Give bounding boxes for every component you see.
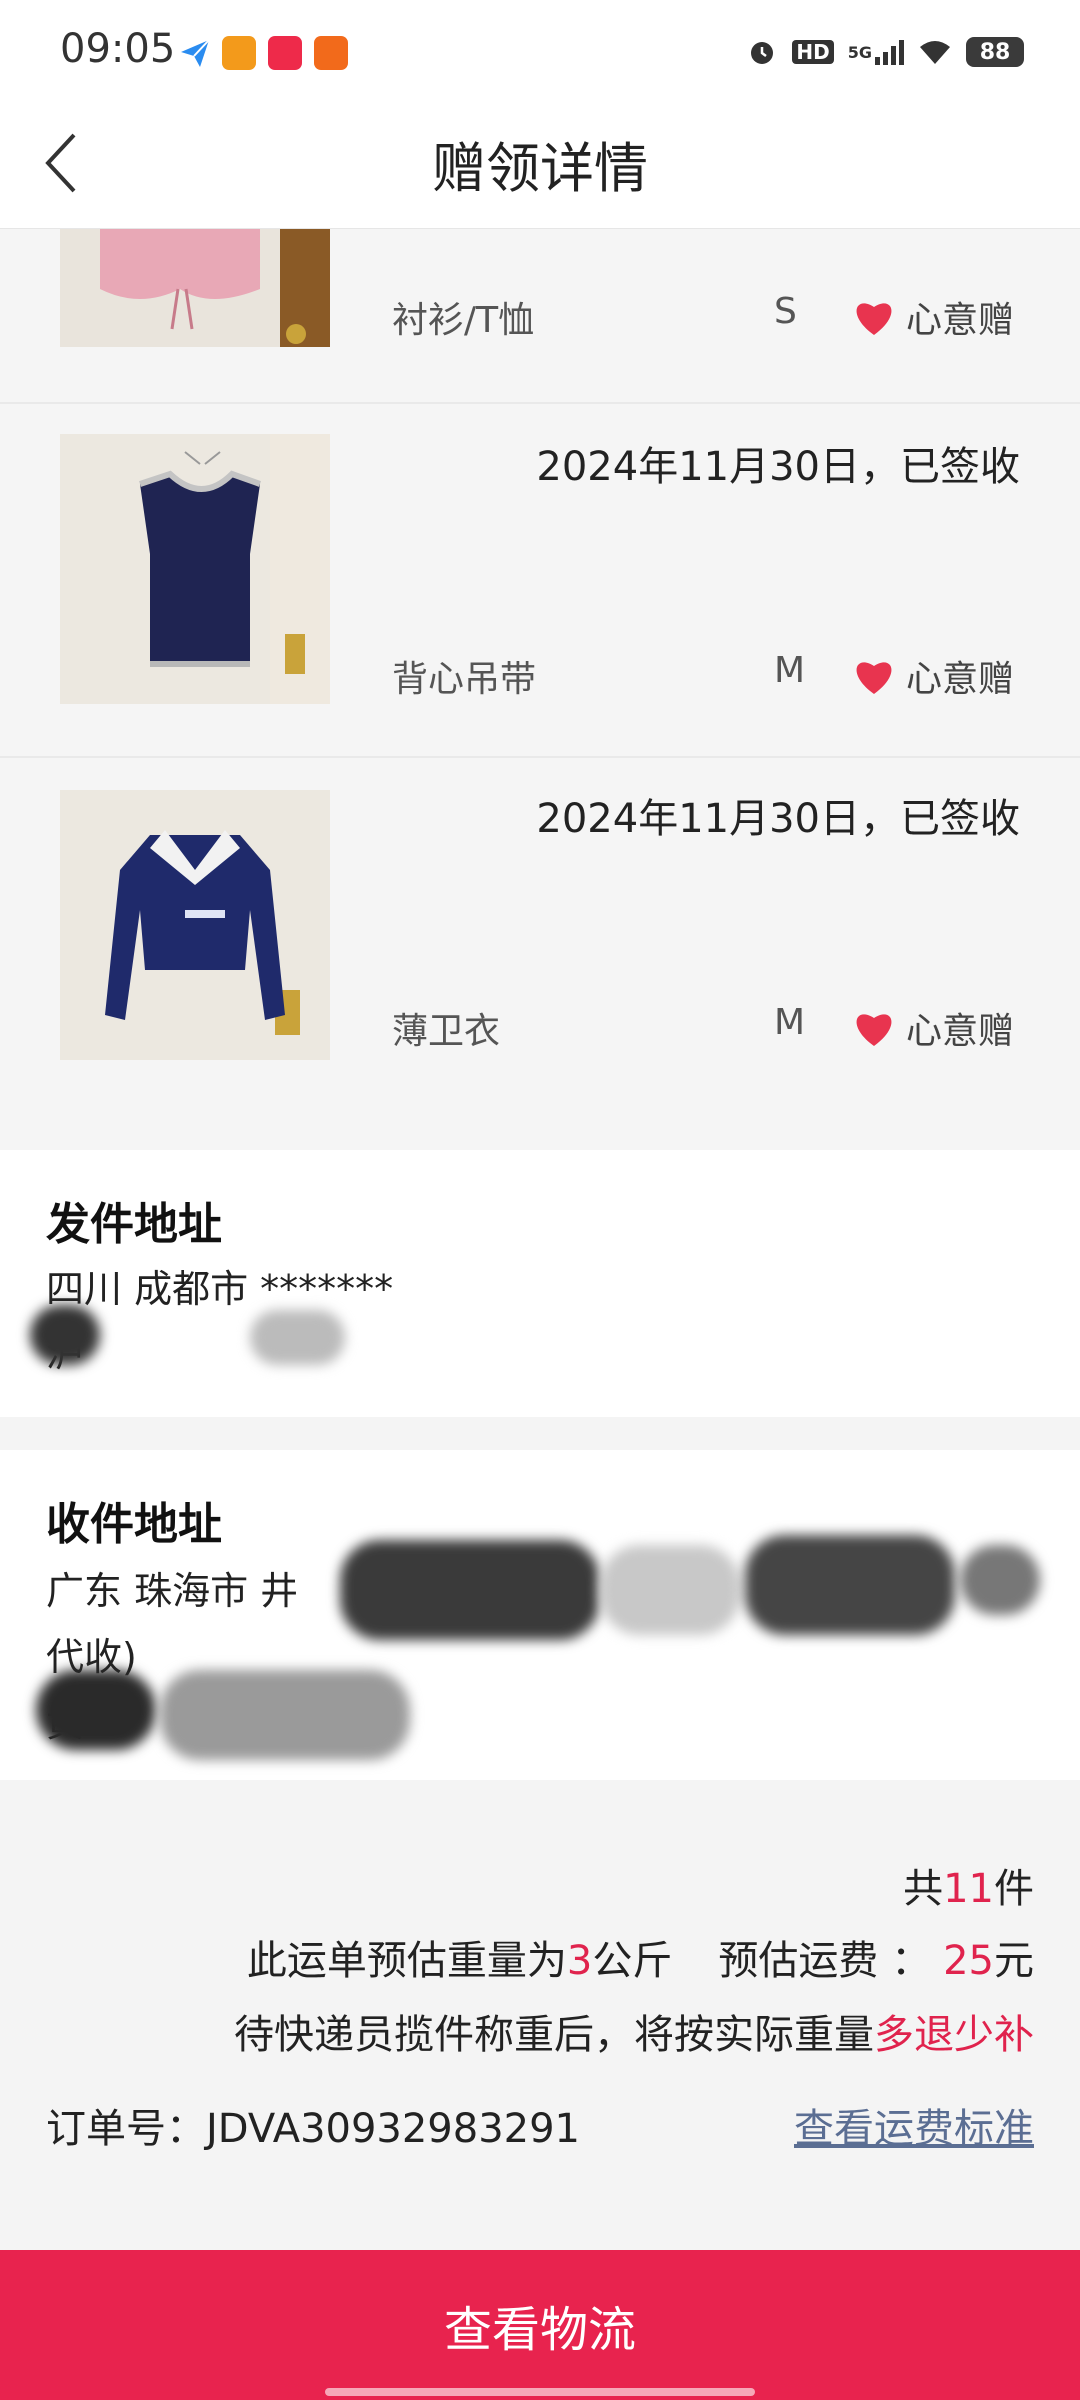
signal-icon: 5G: [848, 39, 904, 65]
status-icons: HD 5G 88: [746, 36, 1024, 68]
item-sign-date: 2024年11月30日，已签收: [536, 796, 1020, 842]
fee-value: 25: [943, 1938, 994, 1984]
gift-type-label: 心意赠: [906, 659, 1015, 700]
redaction-scribble: [250, 1310, 345, 1365]
redbook-app-icon: [268, 36, 302, 70]
list-item[interactable]: 2024年11月30日，已签收 背心吊带 M 心意赠: [0, 404, 1080, 758]
redaction-scribble: [745, 1535, 955, 1635]
heart-icon: [856, 662, 892, 694]
total-suffix: 件: [994, 1866, 1034, 1912]
item-name: 薄卫衣: [392, 1011, 501, 1052]
alarm-icon: [746, 36, 778, 68]
sender-address-line: 四川 成都市 *******: [46, 1267, 394, 1311]
status-bar: 09:05 HD 5G 88: [0, 0, 1080, 100]
redaction-scribble: [36, 1670, 156, 1750]
order-number-value: JDVA30932983291: [206, 2106, 581, 2152]
battery-indicator: 88: [966, 37, 1024, 67]
order-number: 订单号：JDVA30932983291: [46, 2096, 580, 2154]
redaction-scribble: [960, 1545, 1040, 1615]
weight-and-fee: 此运单预估重量为3公斤 预估运费 ： 25元: [247, 1928, 1034, 1986]
total-prefix: 共: [903, 1866, 944, 1912]
redaction-scribble: [600, 1545, 740, 1635]
page-title: 赠领详情: [432, 137, 648, 200]
heart-icon: [856, 1014, 892, 1046]
item-size: S: [774, 291, 797, 332]
item-photo: [60, 790, 330, 1060]
gift-type-label: 心意赠: [906, 1011, 1015, 1052]
list-item[interactable]: 2024年11月30日，已签收 薄卫衣 M 心意赠: [0, 758, 1080, 1150]
item-photo: [60, 434, 330, 704]
heart-icon: [856, 303, 892, 335]
sender-address-title: 发件地址: [46, 1199, 222, 1250]
network-label: 5G: [847, 42, 872, 62]
fee-prefix: 预估运费 ：: [718, 1938, 932, 1984]
nav-bar: 赠领详情: [0, 100, 1080, 229]
item-name: 衬衫/T恤: [392, 300, 535, 341]
home-indicator: [325, 2388, 755, 2396]
item-size: M: [774, 1002, 806, 1043]
item-sign-date: 2024年11月30日，已签收: [536, 444, 1020, 490]
view-logistics-button[interactable]: 查看物流: [0, 2250, 1080, 2400]
receiver-address-line: 广东 珠海市 井: [46, 1569, 299, 1613]
receiver-address-card: 收件地址 广东 珠海市 井 代收) 黄: [0, 1450, 1080, 1780]
total-count-value: 11: [943, 1866, 994, 1912]
note-highlight: 多退少补: [874, 2012, 1034, 2058]
video-app-icon: [222, 36, 256, 70]
orange-app-icon: [314, 36, 348, 70]
status-time: 09:05: [60, 26, 176, 72]
redaction-scribble: [30, 1305, 100, 1365]
weight-value: 3: [566, 1938, 593, 1984]
redaction-scribble: [160, 1670, 410, 1760]
sender-address-card: 发件地址 四川 成都市 ******* 泸: [0, 1150, 1080, 1417]
order-label: 订单号：: [46, 2106, 206, 2152]
fee-suffix: 元: [994, 1938, 1034, 1984]
hd-icon: HD: [792, 40, 834, 64]
note-prefix: 待快递员揽件称重后，将按实际重量: [234, 2012, 874, 2058]
weight-suffix: 公斤: [592, 1938, 673, 1984]
list-item[interactable]: 衬衫/T恤 S 心意赠: [0, 229, 1080, 404]
item-photo: [60, 229, 330, 347]
send-app-icon: [178, 36, 212, 70]
weighing-note: 待快递员揽件称重后，将按实际重量多退少补: [234, 2002, 1034, 2060]
total-count: 共11件: [903, 1856, 1034, 1914]
redaction-scribble: [340, 1540, 600, 1640]
gift-type-label: 心意赠: [906, 300, 1015, 341]
weight-prefix: 此运单预估重量为: [246, 1938, 567, 1984]
wifi-icon: [918, 38, 952, 66]
item-name: 背心吊带: [392, 659, 537, 700]
fee-standard-link[interactable]: 查看运费标准: [794, 2096, 1034, 2154]
item-size: M: [774, 650, 806, 691]
receiver-address-title: 收件地址: [46, 1499, 222, 1550]
